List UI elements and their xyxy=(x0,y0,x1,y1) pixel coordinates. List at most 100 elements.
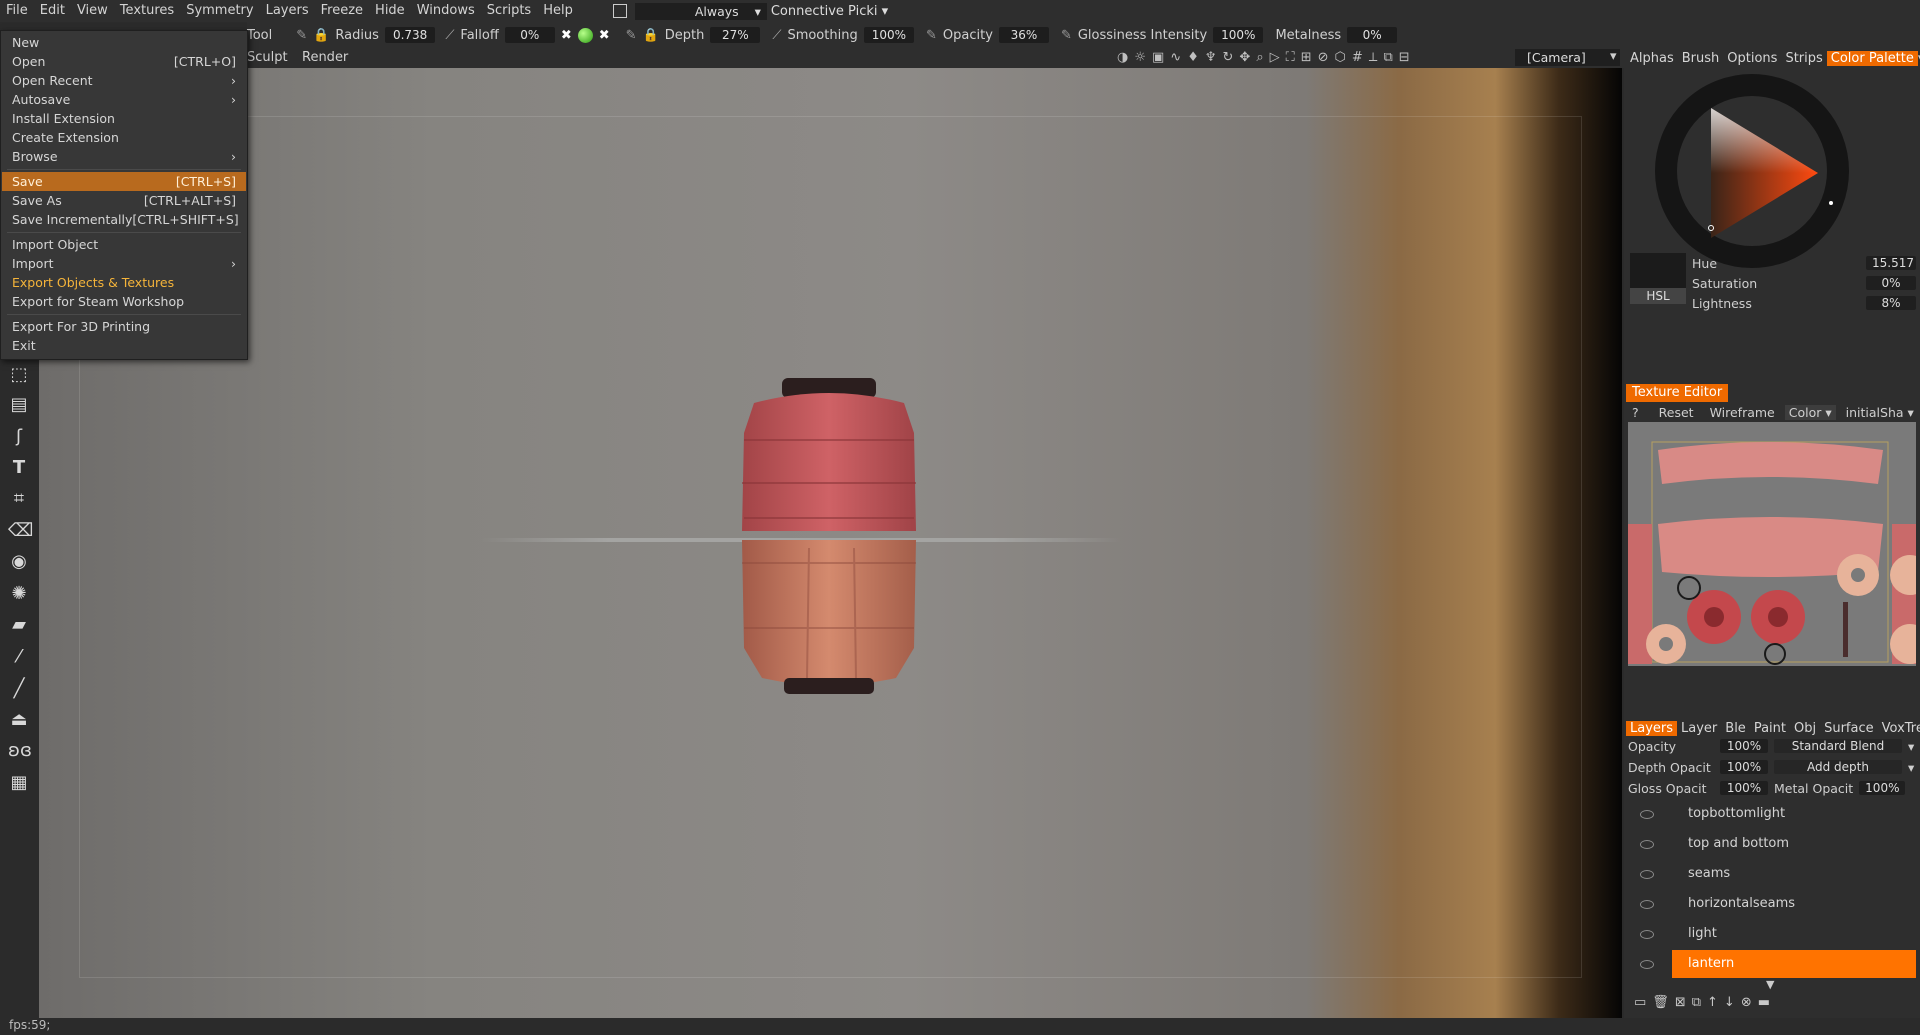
image-icon[interactable]: ▣ xyxy=(1152,50,1164,65)
radius-field[interactable]: 0.738 xyxy=(384,27,436,43)
menu-item-browse[interactable]: Browse › xyxy=(2,147,246,166)
wand-tool-icon[interactable]: ⁄ xyxy=(8,646,30,668)
menu-item-save-incrementally[interactable]: Save Incrementally [CTRL+SHIFT+S] xyxy=(2,210,246,229)
falloff-field[interactable]: 0% xyxy=(504,27,555,43)
menu-item-exit[interactable]: Exit xyxy=(2,336,246,355)
gear-tool-icon[interactable]: ✺ xyxy=(8,583,30,605)
layer-name[interactable]: top and bottom xyxy=(1672,830,1916,858)
menu-file[interactable]: File xyxy=(0,0,34,22)
play-icon[interactable]: ▷ xyxy=(1270,50,1280,65)
grid-icon[interactable]: # xyxy=(1352,50,1363,65)
menu-freeze[interactable]: Freeze xyxy=(315,0,369,22)
layer-row[interactable]: seams xyxy=(1624,859,1920,889)
metal-opacity-field[interactable]: 100% xyxy=(1859,781,1906,795)
eye-icon[interactable] xyxy=(1640,809,1654,819)
menu-item-install-extension[interactable]: Install Extension xyxy=(2,109,246,128)
chevron-down-icon[interactable]: ▾ xyxy=(1908,739,1914,754)
camera-dropdown[interactable]: [Camera] xyxy=(1515,49,1620,66)
transform-tool-icon[interactable]: ⌗ xyxy=(8,488,30,510)
axis-icon[interactable]: ⟂ xyxy=(1369,50,1378,65)
hsl-mode-button[interactable]: HSL xyxy=(1630,288,1686,304)
menu-item-new[interactable]: New xyxy=(2,33,246,52)
layer-row[interactable]: horizontalseams xyxy=(1624,889,1920,919)
hue-field[interactable]: 15.517 xyxy=(1866,256,1916,270)
brush-icon[interactable]: ✎ xyxy=(1061,28,1072,43)
metalness-field[interactable]: 0% xyxy=(1347,27,1398,43)
lock-icon[interactable]: 🔒 xyxy=(643,28,659,43)
always-dropdown[interactable]: Always ▾ xyxy=(634,2,767,20)
frame-icon[interactable]: ⛶ xyxy=(1286,50,1295,65)
brush-icon[interactable]: ✎ xyxy=(626,28,637,43)
uv-texture-preview[interactable] xyxy=(1628,422,1916,666)
menu-item-save[interactable]: Save [CTRL+S] xyxy=(2,172,246,191)
connective-picking-dropdown[interactable]: Connective Picki ▾ xyxy=(771,4,888,19)
split-icon[interactable]: ⧉ xyxy=(1383,50,1392,65)
zoom-icon[interactable]: ⌕ xyxy=(1256,50,1263,65)
menu-item-export-3d-printing[interactable]: Export For 3D Printing xyxy=(2,317,246,336)
menu-item-import-object[interactable]: Import Object xyxy=(2,235,246,254)
iron-tool-icon[interactable]: ⏏ xyxy=(8,709,30,731)
pose-icon[interactable]: ♆ xyxy=(1205,50,1217,65)
move-icon[interactable]: ✥ xyxy=(1239,50,1250,65)
close-icon[interactable]: ✖ xyxy=(599,28,610,43)
menu-item-import[interactable]: Import › xyxy=(2,254,246,273)
tab-paint[interactable]: Paint xyxy=(1750,721,1790,736)
eraser-tool-icon[interactable]: ⌫ xyxy=(8,520,33,542)
close-icon[interactable]: ✖ xyxy=(561,28,572,43)
layer-name[interactable]: light xyxy=(1672,920,1916,948)
clear-layer-icon[interactable]: ⊠ xyxy=(1675,995,1686,1010)
drop-icon[interactable]: ♦ xyxy=(1187,50,1199,65)
tab-blend[interactable]: Ble xyxy=(1721,721,1750,736)
curve-icon[interactable]: ∿ xyxy=(1170,50,1181,65)
text-tool-icon[interactable]: T xyxy=(8,457,30,479)
frame-all-icon[interactable]: ⊞ xyxy=(1301,50,1312,65)
eye-tool-icon[interactable]: ◉ xyxy=(8,551,30,573)
tape-tool-icon[interactable]: ▰ xyxy=(8,614,30,636)
texture-editor-tab[interactable]: Texture Editor xyxy=(1626,384,1729,402)
pen-tool-icon[interactable]: ╱ xyxy=(8,678,30,700)
menu-view[interactable]: View xyxy=(71,0,114,22)
menu-item-autosave[interactable]: Autosave › xyxy=(2,90,246,109)
layer-row[interactable]: topbottomlight xyxy=(1624,799,1920,829)
menu-item-save-as[interactable]: Save As [CTRL+ALT+S] xyxy=(2,191,246,210)
shading-icon[interactable]: ◑ xyxy=(1117,50,1128,65)
menu-symmetry[interactable]: Symmetry xyxy=(180,0,259,22)
layer-row[interactable]: top and bottom xyxy=(1624,829,1920,859)
layer-opacity-field[interactable]: 100% xyxy=(1720,739,1768,753)
eye-icon[interactable] xyxy=(1640,959,1654,969)
menu-hide[interactable]: Hide xyxy=(369,0,411,22)
scroll-down-icon[interactable]: ▼ xyxy=(1766,978,1774,991)
opacity-field[interactable]: 36% xyxy=(998,27,1049,43)
chevron-down-icon[interactable]: ▾ xyxy=(1610,49,1617,64)
new-layer-icon[interactable]: ▭ xyxy=(1634,995,1646,1010)
blend-mode-dropdown[interactable]: Standard Blend xyxy=(1774,739,1902,753)
green-sphere-icon[interactable] xyxy=(577,27,593,43)
layer-name[interactable]: seams xyxy=(1672,860,1916,888)
menu-help[interactable]: Help xyxy=(537,0,579,22)
ban-icon[interactable]: ⊘ xyxy=(1318,50,1329,65)
page-tool-icon[interactable]: ▤ xyxy=(8,394,30,416)
brush-icon[interactable]: ✎ xyxy=(926,28,937,43)
menu-layers[interactable]: Layers xyxy=(260,0,315,22)
menu-scripts[interactable]: Scripts xyxy=(481,0,537,22)
layer-name[interactable]: lantern xyxy=(1672,950,1916,978)
lock-icon[interactable]: 🔒 xyxy=(313,28,329,43)
menu-item-open-recent[interactable]: Open Recent › xyxy=(2,71,246,90)
select-tool-icon[interactable]: ⬚ xyxy=(8,364,30,386)
menu-windows[interactable]: Windows xyxy=(411,0,481,22)
channel-dropdown[interactable]: Color ▾ xyxy=(1784,404,1836,420)
move-down-icon[interactable]: ↓ xyxy=(1724,995,1735,1010)
layer-name[interactable]: topbottomlight xyxy=(1672,800,1916,828)
help-button[interactable]: ? xyxy=(1626,405,1639,420)
color-wheel[interactable] xyxy=(1654,73,1850,269)
tab-brush[interactable]: Brush xyxy=(1678,51,1724,66)
butterfly-tool-icon[interactable]: ʚɞ xyxy=(8,740,32,762)
delete-layer-icon[interactable]: 🗑 xyxy=(1652,995,1669,1010)
layer-row-selected[interactable]: lantern xyxy=(1624,949,1920,979)
menu-item-open[interactable]: Open [CTRL+O] xyxy=(2,52,246,71)
menu-edit[interactable]: Edit xyxy=(34,0,71,22)
eye-icon[interactable] xyxy=(1640,899,1654,909)
rotate-icon[interactable]: ↻ xyxy=(1223,50,1234,65)
smoothing-field[interactable]: 100% xyxy=(863,27,915,43)
depth-opacity-field[interactable]: 100% xyxy=(1720,760,1768,774)
